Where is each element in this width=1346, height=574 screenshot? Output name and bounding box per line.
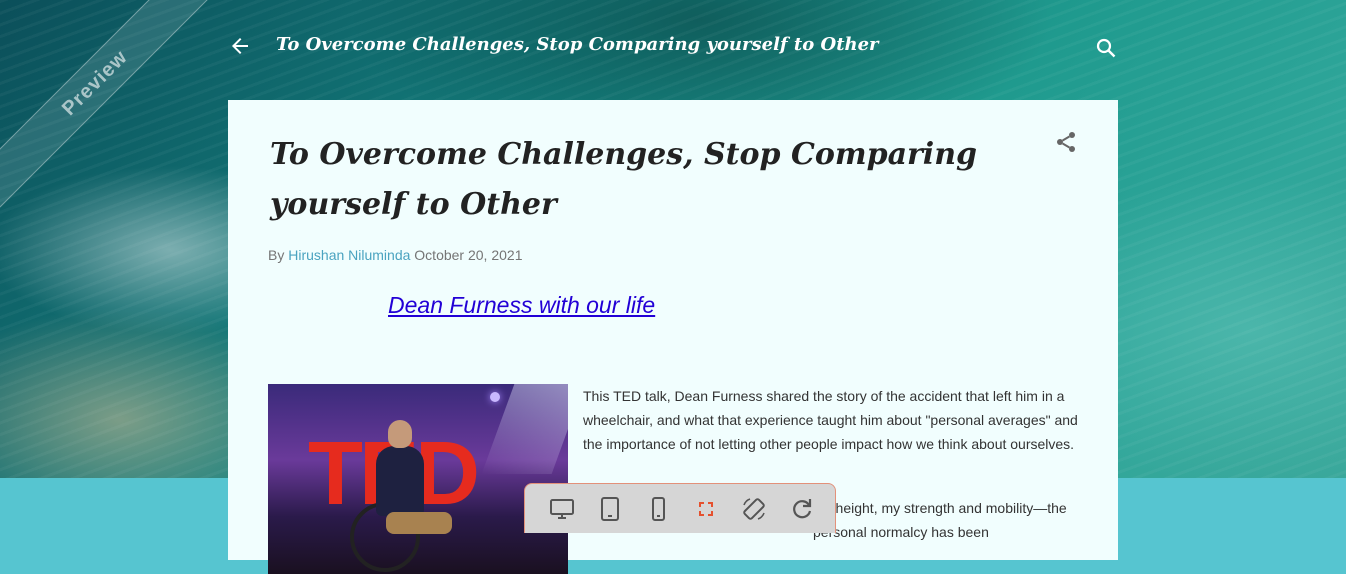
preview-device-toolbar xyxy=(524,483,836,533)
phone-icon[interactable] xyxy=(645,496,671,522)
by-label: By xyxy=(268,247,285,263)
search-icon[interactable] xyxy=(1094,36,1118,60)
speaker-body xyxy=(376,446,424,516)
spotlight xyxy=(490,392,500,402)
tablet-icon[interactable] xyxy=(597,496,623,522)
speaker-head xyxy=(388,420,412,448)
back-arrow-icon[interactable] xyxy=(228,34,252,58)
video-link[interactable]: Dean Furness with our life xyxy=(388,292,655,319)
top-bar: To Overcome Challenges, Stop Comparing y… xyxy=(228,28,1118,68)
speaker-legs xyxy=(386,512,452,534)
author-link[interactable]: Hirushan Niluminda xyxy=(288,247,410,263)
refresh-icon[interactable] xyxy=(789,496,815,522)
post-title: To Overcome Challenges, Stop Comparing y… xyxy=(270,137,977,222)
fullscreen-icon[interactable] xyxy=(693,496,719,522)
share-icon[interactable] xyxy=(1054,130,1078,154)
post-date: October 20, 2021 xyxy=(414,247,523,263)
post-byline: By Hirushan Niluminda October 20, 2021 xyxy=(268,247,522,263)
post-paragraph-2: my height, my strength and mobility—the … xyxy=(813,500,1067,540)
rotate-icon[interactable] xyxy=(741,496,767,522)
topbar-title[interactable]: To Overcome Challenges, Stop Comparing y… xyxy=(276,34,879,55)
post-image[interactable]: TED xyxy=(268,384,568,574)
post-paragraph-1: This TED talk, Dean Furness shared the s… xyxy=(583,388,1078,452)
desktop-icon[interactable] xyxy=(549,496,575,522)
